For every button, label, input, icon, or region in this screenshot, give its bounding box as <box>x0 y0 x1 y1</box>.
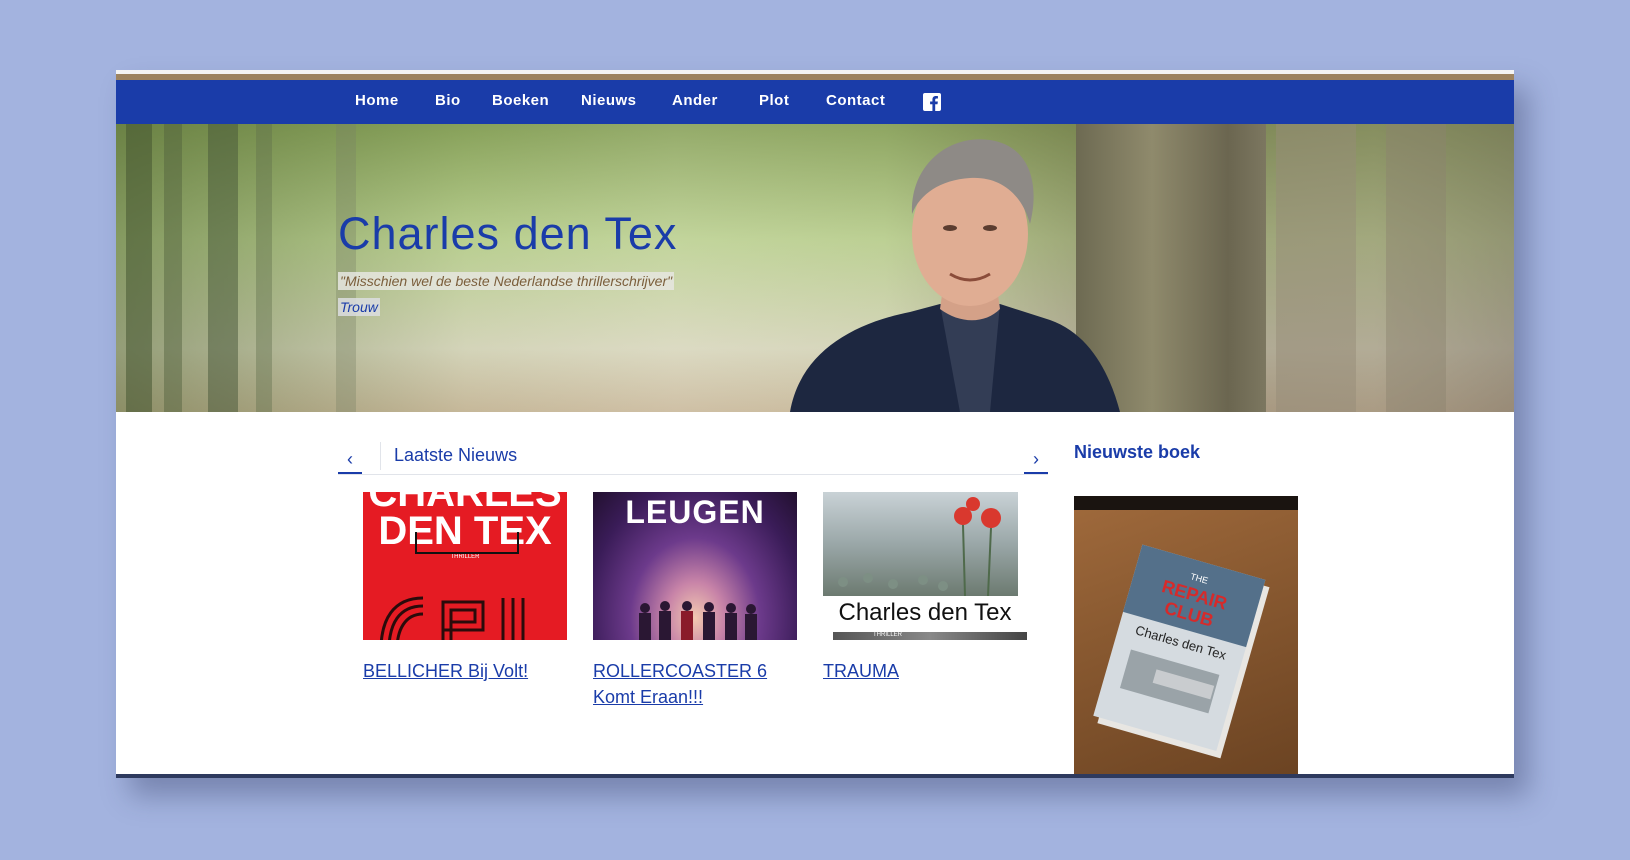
tree-trunk <box>256 124 272 412</box>
nav-contact[interactable]: Contact <box>826 92 885 109</box>
hero-quote-source[interactable]: Trouw <box>338 298 380 316</box>
tree-trunk <box>208 124 238 412</box>
news-card-image[interactable]: CHARLES DEN TEX THRILLER <box>363 492 567 640</box>
news-item-link[interactable]: TRAUMA <box>823 658 1023 684</box>
nav-ander[interactable]: Ander <box>672 92 718 109</box>
nav-bio[interactable]: Bio <box>435 92 461 109</box>
divider <box>380 442 381 470</box>
news-card-image[interactable]: Charles den Tex THRILLER <box>823 492 1027 640</box>
hero-quote: "Misschien wel de beste Nederlandse thri… <box>338 272 675 290</box>
facebook-icon[interactable] <box>923 93 941 111</box>
tree-trunk <box>336 124 356 412</box>
newest-book-heading: Nieuwste boek <box>1074 442 1201 462</box>
nav-nieuws[interactable]: Nieuws <box>581 92 637 109</box>
bottom-border <box>116 774 1514 778</box>
chevron-left-icon[interactable]: ‹ <box>338 448 362 474</box>
cover-strip: THRILLER <box>833 632 1027 640</box>
news-item-link[interactable]: ROLLERCOASTER 6 Komt Eraan!!! <box>593 658 793 710</box>
book-on-table-graphic: THE REPAIR CLUB Charles den Tex <box>1074 496 1298 759</box>
tree-trunk <box>126 124 152 412</box>
cover-title-line: LEUGEN <box>625 494 765 530</box>
poppy-graphic <box>838 497 1001 597</box>
site-title: Charles den Tex <box>338 208 678 259</box>
author-portrait <box>790 139 1120 412</box>
newest-book-image[interactable]: THE REPAIR CLUB Charles den Tex <box>1074 496 1298 778</box>
tree-trunk <box>1276 124 1356 412</box>
cover-genre-label: THRILLER <box>450 554 480 560</box>
cover-graphic <box>380 596 525 640</box>
news-card-image[interactable]: LEUGEN <box>593 492 797 640</box>
tree-trunk <box>1386 124 1446 412</box>
nav-plot[interactable]: Plot <box>759 92 789 109</box>
news-section-header: ‹ Laatste Nieuws › <box>338 442 1048 475</box>
chevron-right-icon[interactable]: › <box>1024 448 1048 474</box>
cover-genre-label: THRILLER <box>873 632 903 638</box>
news-heading: Laatste Nieuws <box>394 445 518 465</box>
cover-photo-poppies <box>823 492 1018 597</box>
browser-page: Home Bio Boeken Nieuws Ander Plot Contac… <box>116 70 1514 778</box>
cover-bracket <box>415 532 519 554</box>
cover-silhouettes <box>639 601 757 640</box>
main-navigation: Home Bio Boeken Nieuws Ander Plot Contac… <box>116 80 1514 124</box>
cover-author: Charles den Tex <box>838 599 1012 626</box>
nav-home[interactable]: Home <box>355 92 399 109</box>
tree-trunk <box>164 124 182 412</box>
news-item-link[interactable]: BELLICHER Bij Volt! <box>363 658 563 684</box>
hero-banner: Charles den Tex "Misschien wel de beste … <box>116 124 1514 412</box>
nav-boeken[interactable]: Boeken <box>492 92 549 109</box>
